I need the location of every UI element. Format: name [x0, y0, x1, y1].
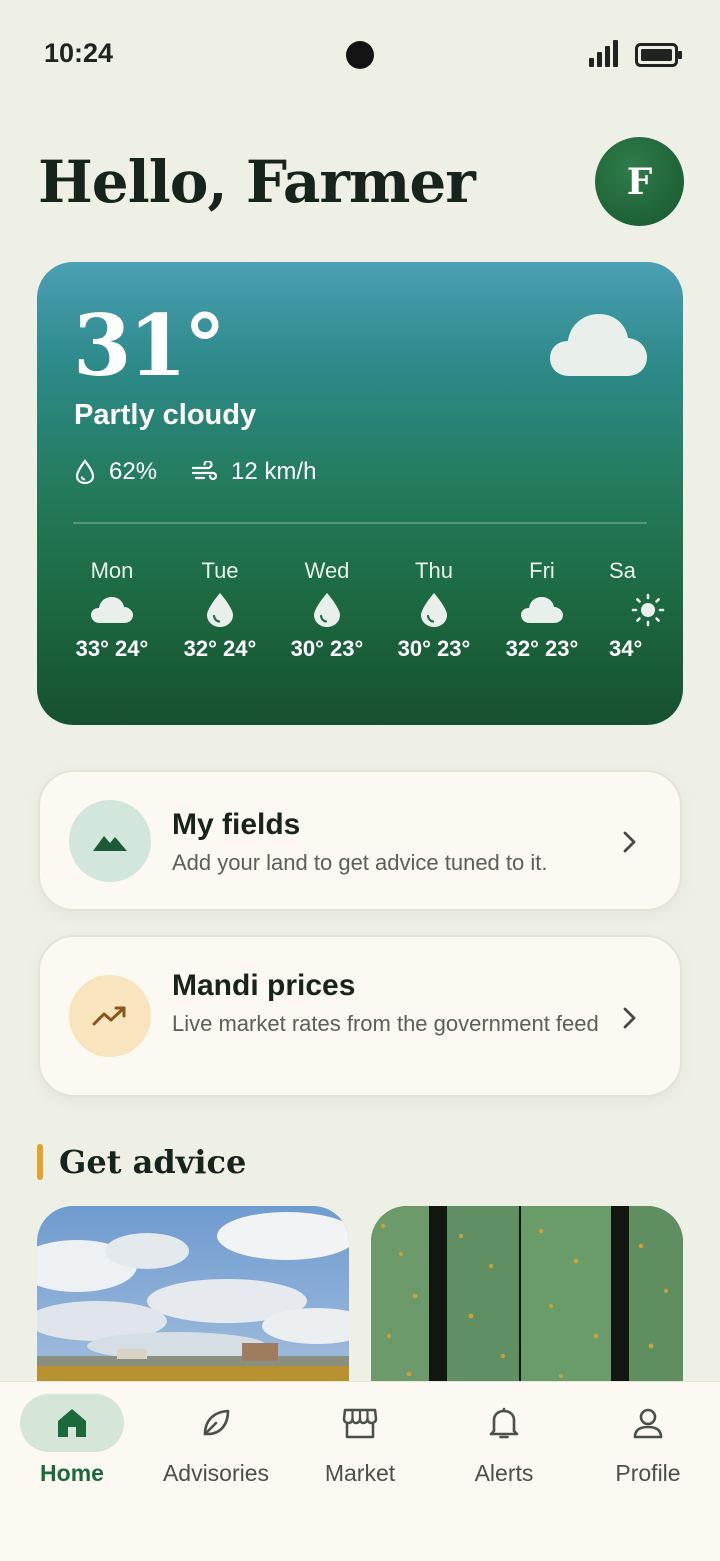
leaf-icon [203, 1409, 230, 1436]
home-icon [58, 1409, 86, 1437]
avatar-initial: F [626, 160, 653, 203]
forecast-day-name: Wed [304, 558, 350, 583]
humidity-icon [75, 459, 95, 485]
wind-value: 12 km/h [231, 458, 317, 485]
fields-subtitle: Add your land to get advice tuned to it. [172, 850, 548, 875]
mountain-icon [93, 836, 127, 851]
cloud-icon [521, 597, 563, 623]
leaf-rust-image [371, 1206, 683, 1406]
weather-condition: Partly cloudy [74, 399, 257, 431]
status-bar: 10:24 [0, 0, 720, 110]
forecast-day: Fri 32° 23° [488, 558, 596, 662]
cloud-icon [550, 314, 647, 376]
mandi-title: Mandi prices [172, 969, 356, 1002]
forecast-day-name: Thu [415, 558, 453, 583]
wind-metric: 12 km/h [191, 458, 316, 486]
nav-label: Home [40, 1460, 104, 1486]
nav-label: Market [324, 1460, 396, 1486]
humidity-metric: 62% [75, 458, 157, 486]
section-accent-bar [37, 1144, 43, 1180]
forecast-day-name: Mon [90, 558, 134, 583]
forecast-day-name: Tue [201, 558, 239, 583]
humidity-value: 62% [109, 458, 158, 485]
nav-item-alerts[interactable]: Alerts [432, 1394, 576, 1487]
fields-title: My fields [172, 808, 301, 841]
signal-icon [589, 40, 618, 67]
advice-card-leaf-image[interactable] [371, 1206, 683, 1406]
store-icon [342, 1408, 378, 1439]
page-title: Hello, Farmer [38, 148, 476, 216]
fields-icon-badge [69, 800, 151, 882]
camera-cutout [346, 41, 374, 69]
advice-card-sky-image[interactable] [37, 1206, 349, 1406]
mandi-subtitle: Live market rates from the government fe… [172, 1011, 599, 1036]
chevron-right-icon [623, 1007, 636, 1029]
raindrop-icon [421, 593, 447, 627]
chevron-right-icon [623, 831, 636, 853]
my-fields-card[interactable]: My fields Add your land to get advice tu… [38, 770, 682, 911]
forecast-temps: 32° 23° [505, 636, 579, 661]
cloud-icon [91, 597, 133, 623]
bottom-nav: Home Advisories Market Alerts Profile [0, 1381, 720, 1561]
raindrop-icon [207, 593, 233, 627]
forecast-day: Mon 33° 24° [58, 558, 166, 662]
forecast-day: Tue 32° 24° [166, 558, 274, 662]
nav-label: Advisories [162, 1460, 270, 1486]
section-header: Get advice [37, 1143, 246, 1181]
forecast-day-name: Sa [609, 558, 636, 583]
forecast-day: Thu 30° 23° [380, 558, 488, 662]
raindrop-icon [314, 593, 340, 627]
forecast-temps: 32° 24° [183, 636, 257, 661]
mandi-prices-card[interactable]: Mandi prices Live market rates from the … [38, 935, 682, 1097]
weather-divider [73, 522, 647, 524]
sky-field-image [37, 1206, 349, 1406]
forecast-temps: 33° 24° [75, 636, 149, 661]
bell-icon [489, 1407, 519, 1439]
battery-icon [635, 43, 682, 67]
weather-card[interactable]: 31° Partly cloudy 62% 12 km/h Mon 33° 24… [37, 262, 683, 725]
person-icon [633, 1408, 663, 1439]
section-title: Get advice [59, 1143, 247, 1181]
nav-item-advisories[interactable]: Advisories [144, 1394, 288, 1487]
forecast-day: Sa 34° [609, 558, 669, 662]
forecast-temps: 30° 23° [397, 636, 471, 661]
avatar[interactable]: F [595, 137, 684, 226]
nav-item-home[interactable]: Home [0, 1394, 144, 1487]
status-time: 10:24 [44, 38, 114, 68]
forecast-day: Wed 30° 23° [273, 558, 381, 662]
current-temperature: 31° [73, 296, 226, 395]
nav-label: Profile [615, 1460, 681, 1486]
nav-item-profile[interactable]: Profile [576, 1394, 720, 1487]
nav-active-pill [20, 1394, 124, 1452]
forecast-temps: 34° [609, 636, 643, 661]
forecast-temps: 30° 23° [290, 636, 364, 661]
nav-label: Alerts [474, 1460, 534, 1486]
mandi-icon-badge [69, 975, 151, 1057]
trending-up-icon [92, 1006, 126, 1026]
forecast-strip[interactable]: Mon 33° 24° Tue 32° 24° Wed 30° 23° Thu … [37, 558, 683, 678]
sun-icon [631, 593, 665, 627]
wind-icon [191, 461, 218, 481]
weather-metrics: 62% 12 km/h [75, 458, 350, 486]
forecast-day-name: Fri [529, 558, 555, 583]
nav-item-market[interactable]: Market [288, 1394, 432, 1487]
